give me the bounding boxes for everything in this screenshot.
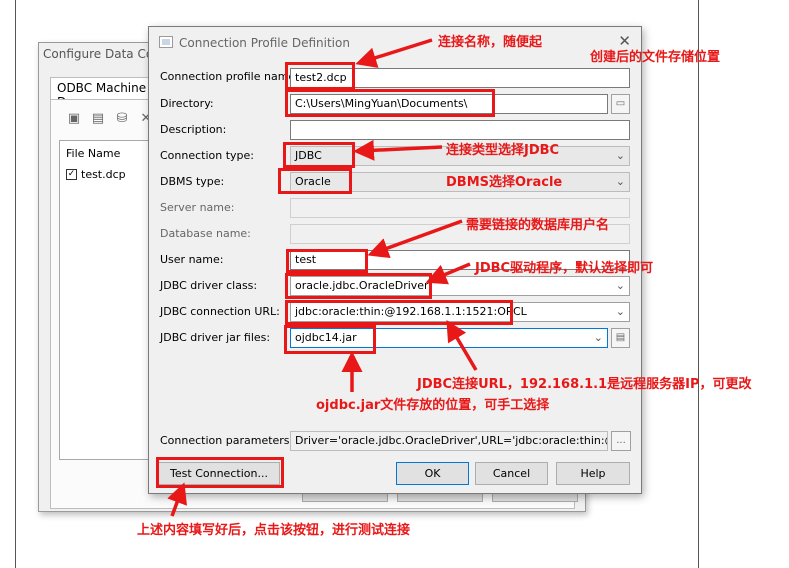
highlight-dbms-type <box>278 168 352 194</box>
profile-name-label: Connection profile name: <box>160 70 299 83</box>
highlight-directory <box>285 89 495 117</box>
properties-icon[interactable]: ▣ <box>65 110 83 128</box>
highlight-user-name <box>286 249 368 273</box>
description-label: Description: <box>160 123 227 136</box>
annotation-user-name: 需要链接的数据库用户名 <box>466 218 610 233</box>
highlight-driver-class <box>285 273 432 299</box>
highlight-driver-jar <box>284 325 376 354</box>
driver-class-label: JDBC driver class: <box>160 279 258 292</box>
page-border-right <box>698 0 699 568</box>
connection-params-label: Connection parameters: <box>160 434 294 447</box>
add-database-icon[interactable]: ⛁ <box>113 110 131 128</box>
highlight-test-button <box>156 457 284 488</box>
annotation-driver-class: JDBC驱动程序，默认选择即可 <box>475 261 654 276</box>
annotation-profile-name: 连接名称，随便起 <box>438 35 543 50</box>
checkbox[interactable]: ✓ <box>66 169 77 180</box>
annotation-connection-url: JDBC连接URL，192.168.1.1是远程服务器IP，可更改 <box>417 377 752 392</box>
browse-file-icon[interactable]: ▤ <box>611 328 630 348</box>
cancel-button[interactable]: Cancel <box>475 462 548 485</box>
description-input[interactable] <box>290 120 630 140</box>
chevron-down-icon: ⌄ <box>615 149 625 162</box>
annotation-test-connection: 上述内容填写好后，点击该按钮，进行测试连接 <box>137 523 411 538</box>
highlight-connection-type <box>283 142 355 168</box>
list-item[interactable]: ✓ test.dcp <box>66 168 126 181</box>
highlight-profile-name <box>285 62 355 90</box>
chevron-down-icon: ⌄ <box>615 175 625 188</box>
annotation-connection-type: 连接类型选择JDBC <box>446 143 560 158</box>
list-item-label: test.dcp <box>81 168 126 181</box>
highlight-connection-url <box>285 300 513 325</box>
connection-type-label: Connection type: <box>160 149 255 162</box>
chevron-down-icon: ⌄ <box>615 279 625 292</box>
annotation-file-location: 创建后的文件存储位置 <box>590 50 721 65</box>
page-border-left <box>15 0 16 568</box>
browse-folder-icon[interactable]: ▭ <box>611 94 630 114</box>
new-icon[interactable]: ▤ <box>89 110 107 128</box>
connection-params-more-button[interactable]: ... <box>611 431 631 451</box>
window-title: Configure Data Co <box>43 47 154 61</box>
annotation-driver-jar: ojdbc.jar文件存放的位置，可手工选择 <box>316 398 550 413</box>
dialog-title: Connection Profile Definition <box>179 36 350 50</box>
user-name-label: User name: <box>160 253 224 266</box>
connection-params-input[interactable]: Driver='oracle.jdbc.OracleDriver',URL='j… <box>290 431 608 451</box>
ok-button[interactable]: OK <box>396 462 469 485</box>
column-header-file-name[interactable]: File Name <box>66 147 120 160</box>
connection-url-label: JDBC connection URL: <box>160 305 280 318</box>
dialog-window-icon <box>159 36 173 48</box>
driver-jar-label: JDBC driver jar files: <box>160 331 271 344</box>
chevron-down-icon: ⌄ <box>593 331 603 344</box>
chevron-down-icon: ⌄ <box>615 305 625 318</box>
dbms-type-label: DBMS type: <box>160 175 225 188</box>
tab-odbc-machine[interactable]: ODBC Machine D <box>50 77 160 109</box>
annotation-dbms-type: DBMS选择Oracle <box>446 175 563 190</box>
toolbar: ▣ ▤ ⛁ ✕ <box>65 110 155 128</box>
directory-label: Directory: <box>160 97 214 110</box>
server-name-label: Server name: <box>160 201 235 214</box>
database-name-label: Database name: <box>160 227 251 240</box>
help-button[interactable]: Help <box>556 462 630 485</box>
